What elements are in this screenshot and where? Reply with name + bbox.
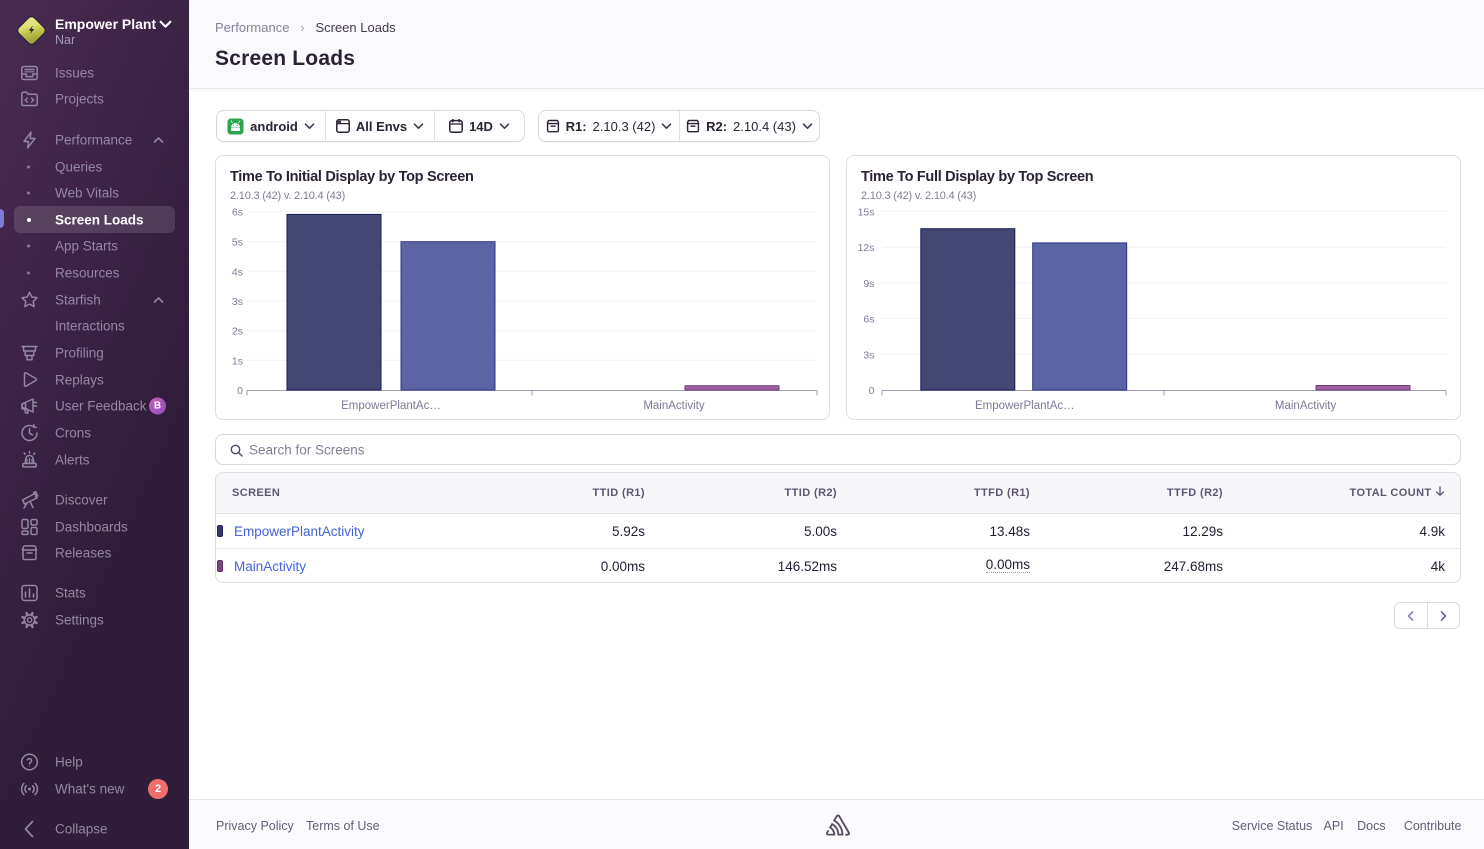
svg-text:MainActivity: MainActivity [1275,400,1337,412]
svg-text:6s: 6s [232,207,243,219]
svg-text:MainActivity: MainActivity [643,400,705,412]
svg-text:1s: 1s [232,355,243,367]
svg-text:3s: 3s [863,349,874,361]
svg-text:9s: 9s [863,278,874,290]
svg-text:0: 0 [237,385,243,397]
svg-text:4s: 4s [232,266,243,278]
svg-text:EmpowerPlantAc…: EmpowerPlantAc… [341,400,441,412]
svg-text:5s: 5s [232,237,243,249]
svg-text:EmpowerPlantAc…: EmpowerPlantAc… [975,400,1075,412]
svg-text:15s: 15s [858,207,875,219]
svg-text:12s: 12s [858,242,875,254]
svg-text:3s: 3s [232,296,243,308]
svg-text:6s: 6s [863,314,874,326]
svg-text:0: 0 [869,385,875,397]
svg-text:2s: 2s [232,326,243,338]
